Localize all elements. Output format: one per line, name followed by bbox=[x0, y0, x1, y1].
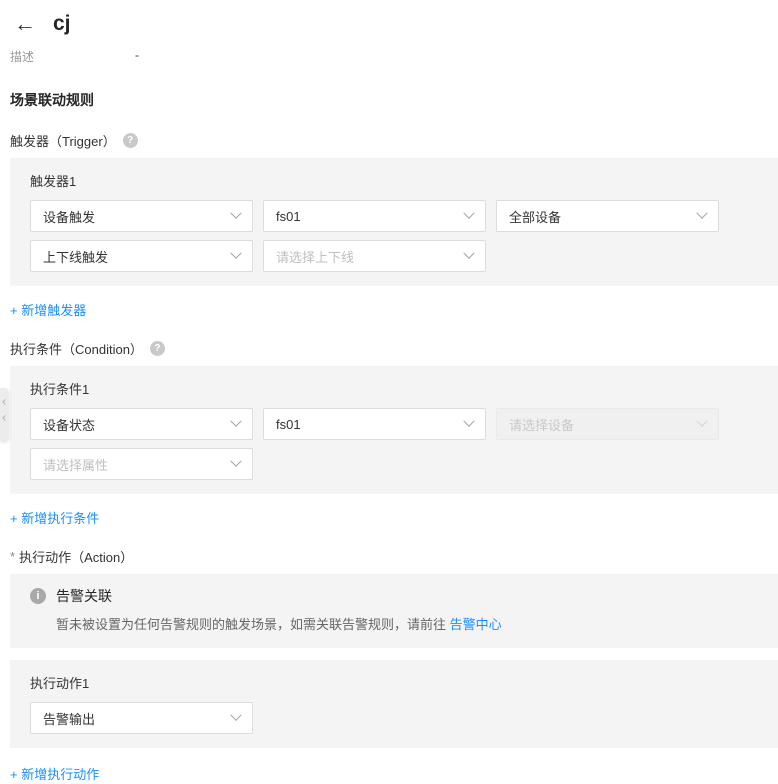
condition-select-row-2: 请选择属性 bbox=[30, 448, 758, 480]
alert-body: 暂未被设置为任何告警规则的触发场景，如需关联告警规则，请前往 告警中心 bbox=[56, 614, 758, 633]
action-panel: 执行动作1 告警输出 bbox=[10, 660, 778, 748]
trigger-event-select[interactable]: 上下线触发 bbox=[30, 240, 253, 272]
alert-center-link[interactable]: 告警中心 bbox=[450, 617, 502, 632]
edge-drag-handle[interactable] bbox=[0, 388, 9, 442]
alert-association-panel: i 告警关联 暂未被设置为任何告警规则的触发场景，如需关联告警规则，请前往 告警… bbox=[10, 574, 778, 648]
chevron-down-icon bbox=[696, 416, 707, 427]
condition-label-row: 执行条件（Condition） ? bbox=[10, 339, 778, 358]
trigger-select-row-2: 上下线触发 请选择上下线 bbox=[30, 240, 758, 272]
trigger-type-select[interactable]: 设备触发 bbox=[30, 200, 253, 232]
condition-panel: 执行条件1 设备状态 fs01 请选择设备 请选择属性 bbox=[10, 366, 778, 494]
chevron-down-icon bbox=[230, 208, 241, 219]
description-value: - bbox=[135, 48, 139, 65]
trigger-label: 触发器（Trigger） bbox=[10, 131, 116, 150]
chevron-down-icon bbox=[696, 208, 707, 219]
chevron-down-icon bbox=[230, 416, 241, 427]
condition-product-select[interactable]: fs01 bbox=[263, 408, 486, 440]
chevron-down-icon bbox=[230, 456, 241, 467]
description-row: 描述 - bbox=[10, 48, 778, 65]
help-icon[interactable]: ? bbox=[123, 133, 138, 148]
add-trigger-button[interactable]: + 新增触发器 bbox=[10, 300, 86, 319]
page-header: ← cj bbox=[0, 0, 778, 35]
action-select-row: 告警输出 bbox=[30, 702, 758, 734]
trigger-panel: 触发器1 设备触发 fs01 全部设备 上下线触发 请选择上下线 bbox=[10, 158, 778, 286]
trigger-label-row: 触发器（Trigger） ? bbox=[10, 131, 778, 150]
chevron-down-icon bbox=[463, 208, 474, 219]
chevron-down-icon bbox=[230, 248, 241, 259]
alert-title: 告警关联 bbox=[56, 586, 112, 606]
condition-type-select[interactable]: 设备状态 bbox=[30, 408, 253, 440]
description-label: 描述 bbox=[10, 48, 34, 65]
trigger-device-select[interactable]: 全部设备 bbox=[496, 200, 719, 232]
action-label: 执行动作（Action） bbox=[19, 547, 133, 566]
trigger-select-row-1: 设备触发 fs01 全部设备 bbox=[30, 200, 758, 232]
add-condition-button[interactable]: + 新增执行条件 bbox=[10, 508, 99, 527]
action-label-row: * 执行动作（Action） bbox=[10, 547, 778, 566]
chevron-down-icon bbox=[463, 248, 474, 259]
trigger-online-select[interactable]: 请选择上下线 bbox=[263, 240, 486, 272]
condition-property-select[interactable]: 请选择属性 bbox=[30, 448, 253, 480]
chevron-down-icon bbox=[230, 710, 241, 721]
add-action-button[interactable]: + 新增执行动作 bbox=[10, 764, 99, 783]
action-group-title: 执行动作1 bbox=[30, 673, 758, 692]
trigger-product-select[interactable]: fs01 bbox=[263, 200, 486, 232]
info-icon: i bbox=[30, 588, 46, 604]
help-icon[interactable]: ? bbox=[150, 341, 165, 356]
condition-select-row-1: 设备状态 fs01 请选择设备 bbox=[30, 408, 758, 440]
page-title: cj bbox=[53, 12, 71, 35]
condition-group-title: 执行条件1 bbox=[30, 379, 758, 398]
chevron-left-icon bbox=[2, 415, 8, 421]
scene-rule-detail-page: ← cj 描述 - 场景联动规则 触发器（Trigger） ? 触发器1 设备触… bbox=[0, 0, 778, 761]
section-title: 场景联动规则 bbox=[10, 90, 778, 110]
action-type-select[interactable]: 告警输出 bbox=[30, 702, 253, 734]
alert-head: i 告警关联 bbox=[30, 586, 758, 606]
condition-label: 执行条件（Condition） bbox=[10, 339, 143, 358]
trigger-group-title: 触发器1 bbox=[30, 171, 758, 190]
condition-device-select: 请选择设备 bbox=[496, 408, 719, 440]
back-arrow-icon[interactable]: ← bbox=[14, 13, 36, 35]
chevron-down-icon bbox=[463, 416, 474, 427]
required-mark: * bbox=[10, 549, 15, 564]
chevron-left-icon bbox=[2, 399, 8, 405]
alert-text: 暂未被设置为任何告警规则的触发场景，如需关联告警规则，请前往 bbox=[56, 617, 450, 632]
